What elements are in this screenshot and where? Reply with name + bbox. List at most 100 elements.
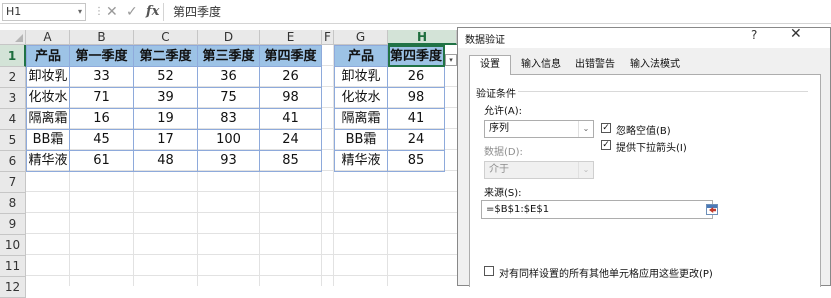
table-cell[interactable]: 41 <box>388 109 445 130</box>
table-cell[interactable]: 45 <box>70 130 134 151</box>
table-cell[interactable]: 93 <box>198 151 260 172</box>
table-cell[interactable]: 100 <box>198 130 260 151</box>
name-box[interactable]: H1 ▾ <box>2 3 86 21</box>
name-box-value: H1 <box>6 5 22 18</box>
table-cell[interactable]: 71 <box>70 88 134 109</box>
table-cell[interactable]: 卸妆乳 <box>26 67 70 88</box>
column-header-b[interactable]: B <box>70 30 134 45</box>
settings-panel: 验证条件 允许(A): 序列 ⌄ ✓ 忽略空值(B) ✓ 提供下拉箭头(I) 数… <box>469 74 821 287</box>
tab-error-alert[interactable]: 出错警告 <box>569 56 621 74</box>
formula-input[interactable]: 第四季度 <box>163 3 831 21</box>
table-cell[interactable]: 26 <box>388 67 445 88</box>
cancel-icon[interactable]: ✕ <box>106 3 118 21</box>
row-header-6[interactable]: 6 <box>0 151 26 172</box>
table-cell[interactable]: 隔离霜 <box>334 109 388 130</box>
row-header-4[interactable]: 4 <box>0 109 26 130</box>
table-cell[interactable]: 85 <box>388 151 445 172</box>
close-icon[interactable]: ✕ <box>790 26 802 42</box>
allow-select[interactable]: 序列 ⌄ <box>484 120 594 138</box>
table-cell[interactable]: 16 <box>70 109 134 130</box>
chevron-down-icon[interactable]: ⌄ <box>578 121 593 137</box>
table1-header-q2[interactable]: 第二季度 <box>134 45 198 67</box>
table-cell[interactable]: 36 <box>198 67 260 88</box>
group-label-validation-criteria: 验证条件 <box>476 89 516 100</box>
insert-function-icon[interactable]: fx <box>146 3 159 21</box>
row-header-7[interactable]: 7 <box>0 172 26 193</box>
data-select: 介于 ⌄ <box>484 161 594 179</box>
in-cell-dropdown-label: 提供下拉箭头(I) <box>616 143 687 154</box>
row-header-8[interactable]: 8 <box>0 193 26 214</box>
in-cell-dropdown-checkbox[interactable]: ✓ <box>601 140 611 150</box>
table-cell[interactable]: 精华液 <box>26 151 70 172</box>
allow-label: 允许(A): <box>484 106 523 117</box>
table-cell[interactable]: 98 <box>260 88 322 109</box>
table-cell[interactable]: 85 <box>260 151 322 172</box>
select-all-corner[interactable] <box>0 30 26 45</box>
table-cell[interactable]: 83 <box>198 109 260 130</box>
table-cell[interactable]: 化妆水 <box>334 88 388 109</box>
column-header-d[interactable]: D <box>198 30 260 45</box>
data-validation-dialog: 数据验证 ? ✕ 设置 输入信息 出错警告 输入法模式 验证条件 允许(A): … <box>457 26 831 287</box>
table-cell[interactable]: 26 <box>260 67 322 88</box>
group-divider <box>518 91 808 92</box>
table1-header-q3[interactable]: 第三季度 <box>198 45 260 67</box>
table1-header-q1[interactable]: 第一季度 <box>70 45 134 67</box>
column-header-c[interactable]: C <box>134 30 198 45</box>
table-cell[interactable]: 75 <box>198 88 260 109</box>
row-header-1[interactable]: 1 <box>0 45 26 67</box>
table-cell[interactable]: 卸妆乳 <box>334 67 388 88</box>
table-cell[interactable]: 17 <box>134 130 198 151</box>
table-cell[interactable]: 精华液 <box>334 151 388 172</box>
active-cell-h1[interactable]: 第四季度 <box>388 45 445 67</box>
dialog-title: 数据验证 <box>465 35 505 46</box>
data-label: 数据(D): <box>484 147 523 158</box>
help-icon[interactable]: ? <box>751 28 757 42</box>
enter-icon[interactable]: ✓ <box>126 3 138 21</box>
name-box-dropdown-icon[interactable]: ▾ <box>78 4 82 20</box>
row-header-10[interactable]: 10 <box>0 235 26 256</box>
range-select-icon[interactable] <box>702 201 722 218</box>
source-label: 来源(S): <box>484 188 522 199</box>
column-header-f[interactable]: F <box>322 30 334 45</box>
row-header-11[interactable]: 11 <box>0 256 26 277</box>
column-header-g[interactable]: G <box>334 30 388 45</box>
table-cell[interactable]: 48 <box>134 151 198 172</box>
data-select-value: 介于 <box>489 164 509 175</box>
table-cell[interactable]: 52 <box>134 67 198 88</box>
chevron-down-icon: ⌄ <box>578 162 593 178</box>
table-cell[interactable]: 24 <box>260 130 322 151</box>
table1-header-q4[interactable]: 第四季度 <box>260 45 322 67</box>
table2-header-product[interactable]: 产品 <box>334 45 388 67</box>
tab-ime-mode[interactable]: 输入法模式 <box>624 56 686 74</box>
row-header-5[interactable]: 5 <box>0 130 26 151</box>
table-cell[interactable]: 隔离霜 <box>26 109 70 130</box>
table-cell[interactable]: 98 <box>388 88 445 109</box>
ignore-blank-checkbox[interactable]: ✓ <box>601 123 611 133</box>
table-cell[interactable]: 19 <box>134 109 198 130</box>
table-cell[interactable]: 24 <box>388 130 445 151</box>
row-header-9[interactable]: 9 <box>0 214 26 235</box>
tab-input-message[interactable]: 输入信息 <box>515 56 567 74</box>
ignore-blank-label: 忽略空值(B) <box>616 126 671 137</box>
formula-bar: H1 ▾ ⋮ ✕ ✓ fx 第四季度 <box>0 0 831 24</box>
row-header-2[interactable]: 2 <box>0 67 26 88</box>
table-cell[interactable]: 41 <box>260 109 322 130</box>
table-cell[interactable]: 39 <box>134 88 198 109</box>
table1-header-product[interactable]: 产品 <box>26 45 70 67</box>
table-cell[interactable]: 化妆水 <box>26 88 70 109</box>
column-header-h[interactable]: H <box>388 30 457 45</box>
row-header-3[interactable]: 3 <box>0 88 26 109</box>
tab-settings[interactable]: 设置 <box>469 55 511 75</box>
table-cell[interactable]: 61 <box>70 151 134 172</box>
table-cell[interactable]: BB霜 <box>334 130 388 151</box>
allow-select-value: 序列 <box>489 123 509 134</box>
dialog-title-bar[interactable]: 数据验证 ? ✕ <box>458 26 830 48</box>
column-header-a[interactable]: A <box>26 30 70 45</box>
apply-all-checkbox[interactable] <box>484 266 494 276</box>
column-header-e[interactable]: E <box>260 30 322 45</box>
table-cell[interactable]: 33 <box>70 67 134 88</box>
table-cell[interactable]: BB霜 <box>26 130 70 151</box>
source-input[interactable]: =$B$1:$E$1 <box>481 200 713 219</box>
row-header-12[interactable]: 12 <box>0 277 26 298</box>
cell-dropdown-arrow-icon[interactable]: ▾ <box>445 54 457 66</box>
